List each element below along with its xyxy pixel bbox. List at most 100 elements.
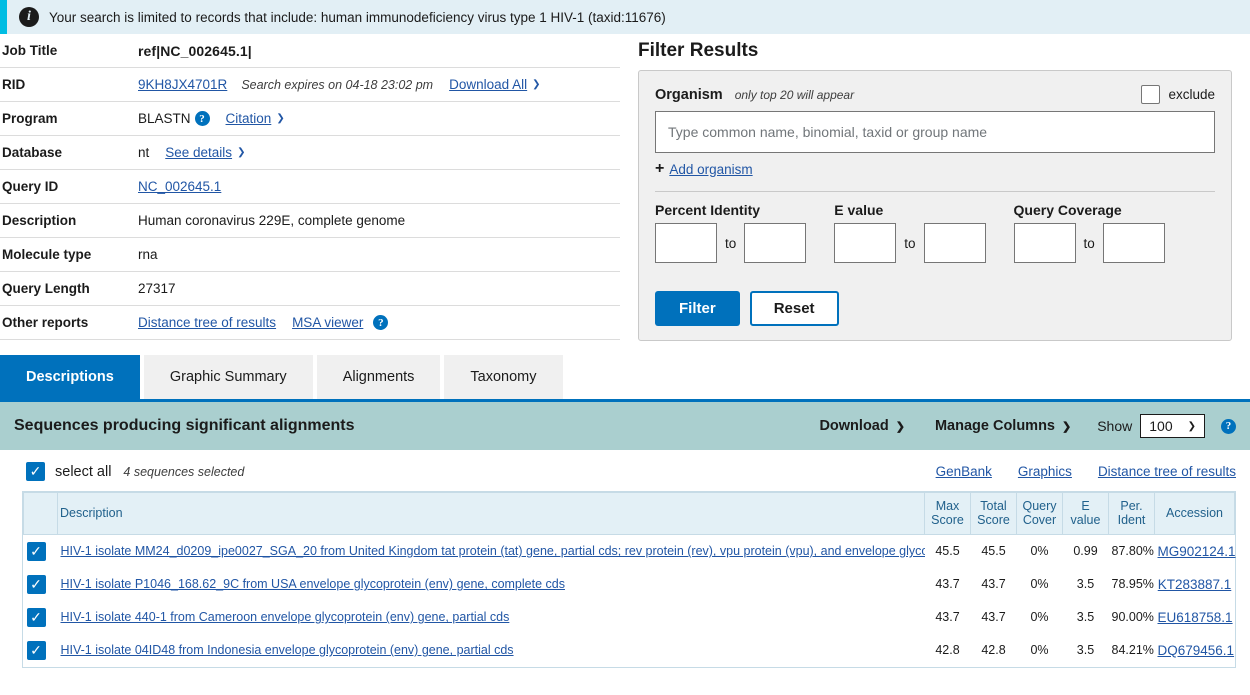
meta-row-other-reports: Other reports Distance tree of results M… [0,306,620,340]
row-checkbox[interactable]: ✓ [26,541,46,561]
row-description-link[interactable]: HIV-1 isolate P1046_168.62_9C from USA e… [61,577,565,591]
row-accession-link[interactable]: DQ679456.1 [1158,643,1235,658]
header-accession[interactable]: Accession [1154,492,1235,535]
tab-alignments[interactable]: Alignments [316,355,441,399]
query-id-link[interactable]: NC_002645.1 [138,179,221,194]
see-details-link[interactable]: See details [165,145,232,160]
program-label: Program [2,111,58,126]
filter-button[interactable]: Filter [655,291,740,326]
table-row: ✓ HIV-1 isolate P1046_168.62_9C from USA… [23,567,1235,601]
query-id-label: Query ID [2,179,59,194]
chevron-down-icon: ❯ [1187,420,1196,432]
search-limit-text: Your search is limited to records that i… [49,9,666,25]
description-value: Human coronavirus 229E, complete genome [138,213,406,228]
help-icon-results[interactable]: ? [1221,418,1236,434]
msa-viewer-link[interactable]: MSA viewer [292,315,363,330]
row-checkbox[interactable]: ✓ [26,607,46,627]
tab-descriptions[interactable]: Descriptions [0,355,140,399]
row-e-value: 3.5 [1062,633,1109,667]
table-header-row: Description Max Score Total Score Query … [23,492,1235,535]
database-label: Database [2,145,63,160]
show-count-select[interactable]: 100 ❯ [1140,414,1205,438]
header-max-score[interactable]: Max Score [924,492,971,535]
chevron-down-icon[interactable]: ❯ [237,147,245,158]
row-max-score: 42.8 [924,633,971,667]
distance-tree-results-link[interactable]: Distance tree of results [1098,464,1236,479]
evalue-from-input[interactable] [834,223,897,263]
header-description[interactable]: Description [57,492,925,535]
header-total-score[interactable]: Total Score [970,492,1017,535]
header-e-value[interactable]: E value [1062,492,1109,535]
row-checkbox[interactable]: ✓ [26,574,46,594]
exclude-label: exclude [1168,87,1215,102]
manage-columns-menu[interactable]: Manage Columns ❯ [935,418,1071,434]
job-metadata-table: Job Title ref|NC_002645.1| RID 9KH8JX470… [0,34,620,341]
table-row: ✓ HIV-1 isolate MM24_d0209_ipe0027_SGA_2… [23,534,1236,568]
add-organism-button[interactable]: + Add organism [655,160,1215,178]
header-per-ident[interactable]: Per. Ident [1108,492,1155,535]
meta-row-query-id: Query ID NC_002645.1 [0,170,620,204]
row-e-value: 0.99 [1062,534,1109,568]
tab-taxonomy[interactable]: Taxonomy [444,355,563,399]
row-description-link[interactable]: HIV-1 isolate 440-1 from Cameroon envelo… [61,610,510,624]
job-title-label: Job Title [2,43,58,58]
chevron-down-icon[interactable]: ❯ [276,113,284,124]
rid-link[interactable]: 9KH8JX4701R [138,77,227,92]
query-coverage-group: Query Coverage to [1013,202,1165,263]
help-icon-other-reports[interactable]: ? [373,315,389,330]
row-checkbox[interactable]: ✓ [26,640,46,660]
citation-link[interactable]: Citation [226,111,272,126]
select-all-checkbox[interactable]: ✓ [26,462,45,481]
evalue-to-input[interactable] [923,223,986,263]
genbank-link[interactable]: GenBank [936,464,992,479]
chevron-down-icon[interactable]: ❯ [532,79,540,90]
query-coverage-to-input[interactable] [1102,223,1165,263]
row-max-score: 43.7 [924,567,971,601]
organism-input[interactable]: Type common name, binomial, taxid or gro… [655,111,1215,153]
row-total-score: 45.5 [970,534,1017,568]
row-accession-link[interactable]: EU618758.1 [1158,610,1233,625]
plus-icon: + [655,160,665,177]
add-organism-label[interactable]: Add organism [669,162,752,177]
sequences-selected-count: 4 sequences selected [123,464,245,479]
download-menu[interactable]: Download ❯ [819,418,905,434]
description-label: Description [2,213,77,228]
exclude-checkbox[interactable] [1141,85,1161,104]
database-value: nt [138,145,150,160]
filter-actions: Filter Reset [655,263,1215,326]
percent-identity-to-label: to [725,235,737,251]
row-max-score: 45.5 [924,534,971,568]
evalue-group: E value to [834,202,986,263]
percent-identity-from-input[interactable] [655,223,717,263]
query-coverage-from-input[interactable] [1013,223,1076,263]
table-row: ✓ HIV-1 isolate 04ID48 from Indonesia en… [23,633,1235,667]
search-expires-text: Search expires on 04-18 23:02 pm [241,77,434,92]
evalue-to-label: to [904,235,916,251]
results-table: Description Max Score Total Score Query … [23,492,1236,667]
tab-graphic-summary[interactable]: Graphic Summary [143,355,313,399]
download-label: Download [819,418,889,434]
results-tabs: Descriptions Graphic Summary Alignments … [0,355,1250,402]
row-accession-link[interactable]: MG902124.1 [1158,544,1236,559]
results-header-bar: Sequences producing significant alignmen… [0,402,1250,450]
row-description-link[interactable]: HIV-1 isolate MM24_d0209_ipe0027_SGA_20 … [61,544,925,558]
row-total-score: 42.8 [970,633,1017,667]
results-table-wrapper: Description Max Score Total Score Query … [0,491,1250,668]
percent-identity-to-input[interactable] [744,223,807,263]
header-query-cover[interactable]: Query Cover [1016,492,1063,535]
select-all-row: ✓ select all 4 sequences selected GenBan… [0,450,1250,491]
row-description-link[interactable]: HIV-1 isolate 04ID48 from Indonesia enve… [61,643,514,657]
row-accession-link[interactable]: KT283887.1 [1158,577,1232,592]
distance-tree-link[interactable]: Distance tree of results [138,315,276,330]
reset-button[interactable]: Reset [749,291,839,326]
graphics-link[interactable]: Graphics [1018,464,1072,479]
organism-label: Organism [655,86,723,103]
help-icon-program[interactable]: ? [194,111,210,126]
download-all-link[interactable]: Download All [449,77,527,92]
show-count-value: 100 [1149,418,1173,434]
row-total-score: 43.7 [970,600,1017,634]
row-e-value: 3.5 [1062,600,1109,634]
results-title: Sequences producing significant alignmen… [14,417,355,434]
show-label: Show [1097,418,1133,434]
meta-row-molecule-type: Molecule type rna [0,238,620,272]
